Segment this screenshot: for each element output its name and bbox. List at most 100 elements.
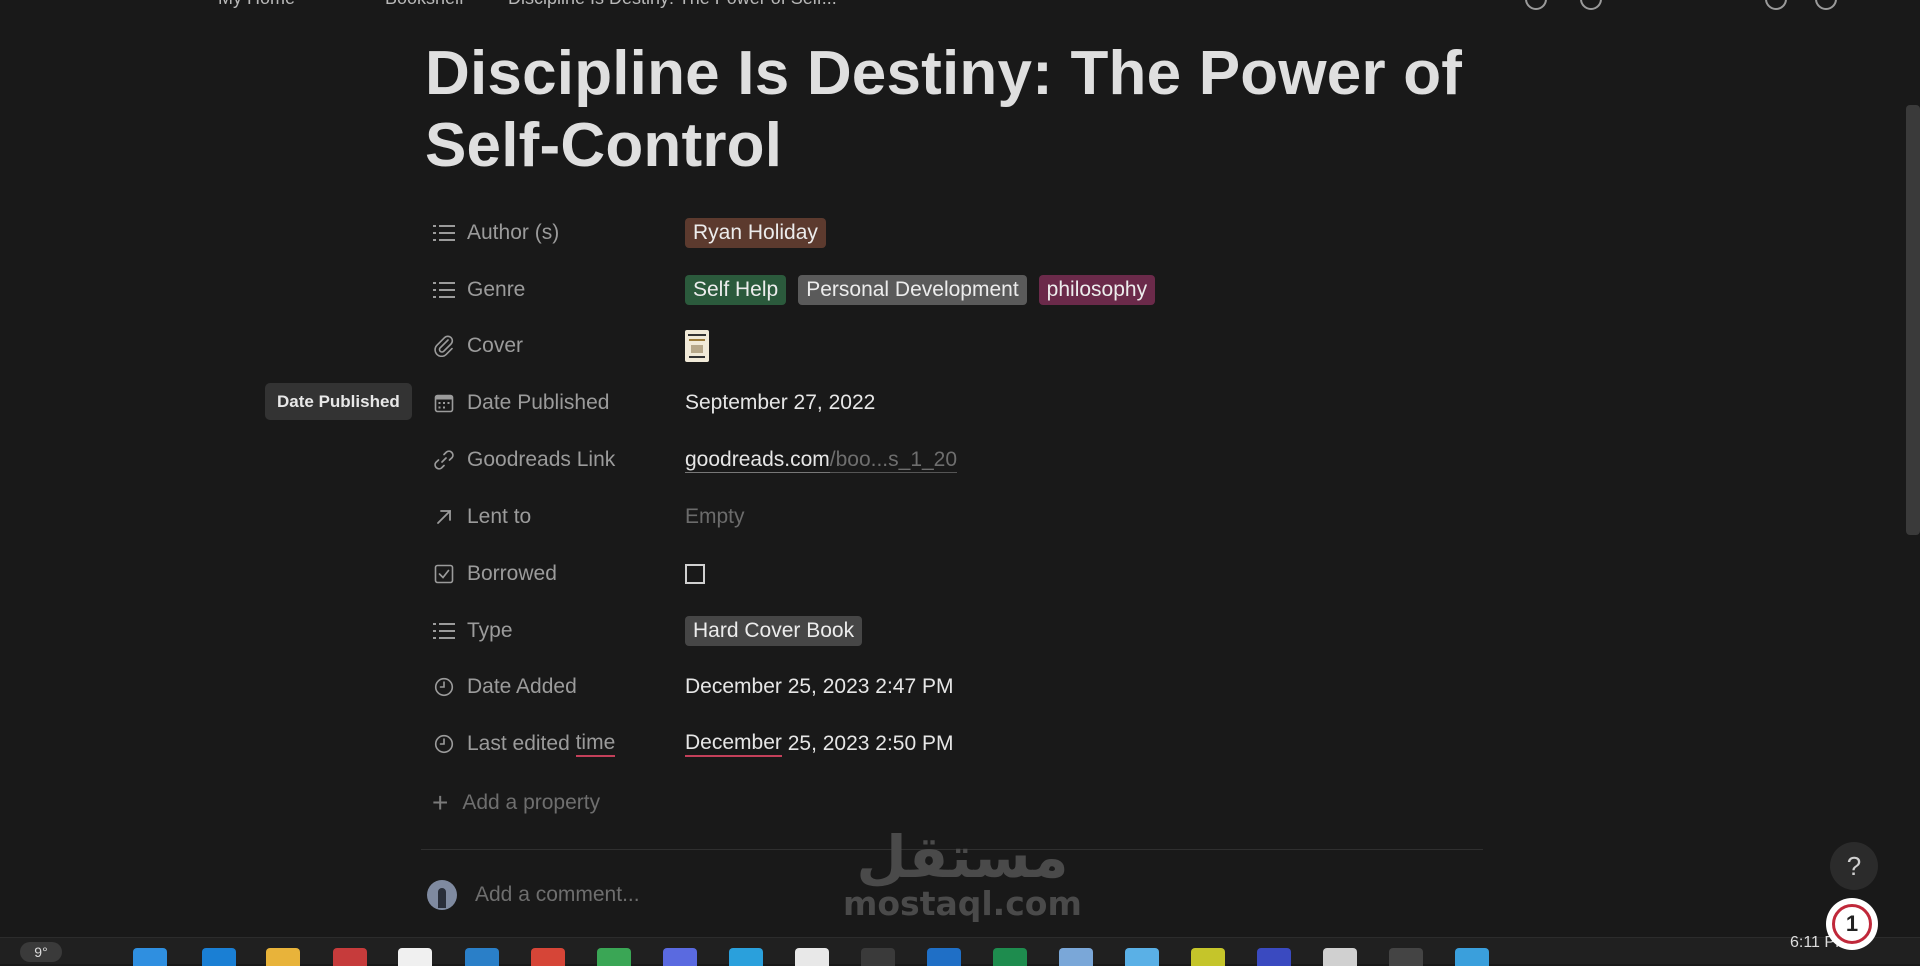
property-type[interactable]: Type Hard Cover Book — [425, 611, 1485, 651]
property-name-goodreads-link[interactable]: Goodreads Link — [431, 440, 615, 480]
date-added-value[interactable]: December 25, 2023 2:47 PM — [685, 667, 954, 707]
property-name-borrowed[interactable]: Borrowed — [431, 554, 557, 594]
tooltip: Date Published — [265, 383, 412, 420]
whatsapp-icon[interactable] — [597, 948, 631, 966]
genre-tag[interactable]: Personal Development — [798, 275, 1027, 305]
property-date-added[interactable]: Date Added December 25, 2023 2:47 PM — [425, 667, 1485, 707]
property-borrowed[interactable]: Borrowed — [425, 554, 1485, 594]
property-name-type[interactable]: Type — [431, 611, 513, 651]
list-icon — [431, 618, 457, 644]
property-lent-to[interactable]: Lent to Empty — [425, 497, 1485, 537]
property-name-cover[interactable]: Cover — [431, 326, 523, 366]
property-name-date-published[interactable]: Date Published — [431, 383, 609, 423]
paperclip-icon — [431, 333, 457, 359]
last-edited-rest: 25, 2023 2:50 PM — [781, 732, 954, 755]
property-genre[interactable]: Genre Self Help Personal Development phi… — [425, 270, 1485, 310]
property-label: Goodreads Link — [467, 448, 616, 471]
property-name-date-added[interactable]: Date Added — [431, 667, 577, 707]
property-name-author[interactable]: Author (s) — [431, 213, 559, 253]
plus-icon: + — [432, 787, 449, 818]
app-icon[interactable] — [465, 948, 499, 966]
link-icon — [431, 447, 457, 473]
property-last-edited[interactable]: Last edited time December 25, 2023 2:50 … — [425, 724, 1485, 764]
author-tag[interactable]: Ryan Holiday — [685, 218, 826, 248]
scrollbar[interactable] — [1906, 105, 1920, 535]
taskbar: 9° 6:11 PM — [0, 934, 1920, 966]
list-icon — [431, 220, 457, 246]
goodreads-link[interactable]: goodreads.com/boo...s_1_20 — [685, 440, 958, 480]
chrome-icon[interactable] — [531, 948, 565, 966]
app-icon[interactable] — [333, 948, 367, 966]
property-label: Cover — [467, 334, 524, 357]
calendar-app-icon[interactable] — [1125, 948, 1159, 966]
start-icon[interactable] — [133, 948, 167, 966]
cover-thumbnail[interactable] — [685, 330, 709, 362]
type-tag[interactable]: Hard Cover Book — [685, 616, 863, 646]
genre-tag[interactable]: Self Help — [685, 275, 787, 305]
cover-value[interactable] — [685, 326, 709, 366]
notion-icon[interactable] — [795, 948, 829, 966]
weather-widget[interactable]: 9° — [20, 942, 62, 962]
property-name-last-edited[interactable]: Last edited time — [431, 724, 616, 764]
property-label: Lent to — [467, 505, 532, 528]
property-label: Borrowed — [467, 562, 557, 585]
add-property-button[interactable]: + Add a property — [432, 783, 600, 823]
breadcrumb-bookshelf[interactable]: Bookshelf — [385, 0, 464, 9]
comment-input[interactable]: Add a comment... — [475, 883, 640, 907]
property-label-spellcheck: time — [575, 731, 616, 757]
property-date-published[interactable]: Date Published September 27, 2022 — [425, 383, 1485, 423]
property-label: Type — [467, 619, 513, 642]
author-value[interactable]: Ryan Holiday — [685, 213, 838, 253]
comment-box[interactable]: Add a comment... — [427, 880, 640, 910]
watermark-arabic: مستقل — [856, 823, 1069, 891]
app-icon[interactable] — [1389, 948, 1423, 966]
property-label: Genre — [467, 278, 526, 301]
notification-count: 1 — [1832, 904, 1872, 944]
page-title[interactable]: Discipline Is Destiny: The Power of Self… — [425, 38, 1505, 182]
property-label: Last edited — [467, 732, 576, 755]
genre-tag[interactable]: philosophy — [1038, 275, 1156, 305]
app-icon[interactable] — [1257, 948, 1291, 966]
app-icon[interactable] — [398, 948, 432, 966]
discord-icon[interactable] — [663, 948, 697, 966]
telegram-icon[interactable] — [729, 948, 763, 966]
genre-value[interactable]: Self Help Personal Development philosoph… — [685, 270, 1167, 310]
lent-to-value[interactable]: Empty — [685, 497, 745, 537]
favorite-icon[interactable] — [1815, 0, 1837, 10]
breadcrumb-current[interactable]: Discipline Is Destiny: The Power of Self… — [508, 0, 837, 9]
app-icon[interactable] — [1191, 948, 1225, 966]
avatar-icon[interactable] — [1580, 0, 1602, 10]
type-value[interactable]: Hard Cover Book — [685, 611, 874, 651]
link-path[interactable]: /boo...s_1_20 — [829, 448, 958, 473]
watermark: مستقل mostaql.com — [843, 828, 1082, 922]
app-icon[interactable] — [1059, 948, 1093, 966]
updates-icon[interactable] — [1765, 0, 1787, 10]
borrowed-checkbox[interactable] — [685, 564, 705, 584]
app-icon[interactable] — [1323, 948, 1357, 966]
breadcrumb-home[interactable]: My Home — [218, 0, 295, 9]
folder-icon[interactable] — [266, 948, 300, 966]
property-name-genre[interactable]: Genre — [431, 270, 525, 310]
checkbox-icon — [431, 561, 457, 587]
last-edited-month: December — [685, 731, 782, 757]
last-edited-value[interactable]: December 25, 2023 2:50 PM — [685, 724, 954, 764]
edge-icon[interactable] — [202, 948, 236, 966]
link-host[interactable]: goodreads.com — [685, 448, 830, 473]
property-name-lent-to[interactable]: Lent to — [431, 497, 531, 537]
property-label: Date Published — [467, 391, 610, 414]
clock-icon — [431, 674, 457, 700]
notification-badge[interactable]: 1 — [1826, 898, 1878, 950]
add-property-label: Add a property — [462, 791, 601, 814]
property-goodreads-link[interactable]: Goodreads Link goodreads.com/boo...s_1_2… — [425, 440, 1485, 480]
property-author[interactable]: Author (s) Ryan Holiday — [425, 213, 1485, 253]
property-cover[interactable]: Cover — [425, 326, 1485, 366]
watermark-latin: mostaql.com — [843, 884, 1082, 923]
date-published-value[interactable]: September 27, 2022 — [685, 383, 875, 423]
notion-active-icon[interactable] — [861, 948, 895, 966]
help-button[interactable]: ? — [1830, 842, 1878, 890]
excel-icon[interactable] — [993, 948, 1027, 966]
avatar-icon[interactable] — [1525, 0, 1547, 10]
app-icon[interactable] — [1455, 948, 1489, 966]
clock-icon — [431, 731, 457, 757]
outlook-icon[interactable] — [927, 948, 961, 966]
